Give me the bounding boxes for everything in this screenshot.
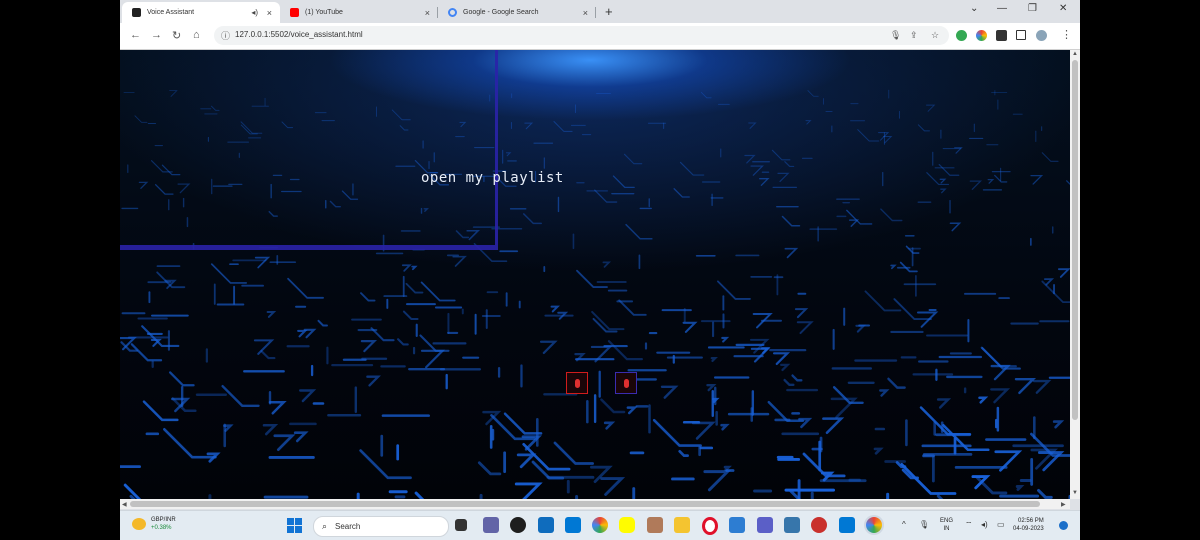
close-window-button[interactable]: ✕ — [1059, 3, 1067, 14]
weather-sun-icon — [132, 518, 146, 530]
speech-transcript: open my playlist — [421, 170, 564, 186]
tab-title: (1) YouTube — [305, 9, 343, 16]
home-button[interactable]: ⌂ — [193, 29, 200, 41]
tab-search-chevron-icon[interactable]: ⌄ — [970, 3, 978, 14]
wifi-icon[interactable]: ⌔ — [965, 520, 973, 530]
market-change: +0.38% — [151, 525, 172, 531]
scroll-left-arrow[interactable]: ◀ — [122, 501, 127, 508]
photos-icon[interactable] — [729, 517, 745, 533]
search-placeholder: Search — [335, 522, 361, 531]
voice-assistant-favicon — [132, 8, 141, 17]
browser-window: Voice Assistant ◂) × (1) YouTube × Googl… — [120, 0, 1080, 540]
profile-avatar[interactable] — [1036, 30, 1047, 41]
horizontal-scroll-thumb[interactable] — [130, 501, 1040, 507]
horizontal-scrollbar[interactable]: ◀ ▶ — [120, 499, 1070, 509]
windows-taskbar: GBP/INR +0.38% ⌕ Search ^ 🎙 ENG IN ⌔ ◂) … — [120, 510, 1080, 540]
teams-chat-icon[interactable] — [483, 517, 499, 533]
clock-time: 02:56 PM — [1018, 518, 1044, 524]
tab-voice-assistant[interactable]: Voice Assistant ◂) × — [122, 2, 280, 23]
back-button[interactable]: ← — [130, 29, 141, 41]
store-icon[interactable] — [565, 517, 581, 533]
tab-strip: Voice Assistant ◂) × (1) YouTube × Googl… — [120, 0, 1080, 23]
voice-assistant-page: open my playlist — [120, 50, 1070, 499]
menu-kebab-icon[interactable]: ⋮ — [1061, 28, 1072, 41]
reload-button[interactable]: ↻ — [172, 29, 181, 42]
restore-button[interactable]: ❐ — [1028, 3, 1037, 14]
vertical-scrollbar[interactable]: ▲ ▼ — [1070, 50, 1080, 499]
forward-button[interactable]: → — [151, 29, 162, 41]
tray-overflow-chevron[interactable]: ^ — [902, 520, 906, 529]
chrome-active-icon[interactable] — [866, 517, 882, 533]
close-tab-icon[interactable]: × — [267, 8, 272, 18]
file-explorer-icon[interactable] — [674, 517, 690, 533]
site-info-icon[interactable]: ⓘ — [221, 29, 230, 42]
search-icon: ⌕ — [322, 521, 328, 531]
extensions-puzzle-icon[interactable] — [996, 30, 1007, 41]
teams-icon[interactable] — [757, 517, 773, 533]
address-bar[interactable]: ⓘ 127.0.0.1:5502/voice_assistant.html 🎙 … — [214, 26, 949, 45]
audio-playing-icon[interactable]: ◂) — [251, 8, 258, 17]
tab-title: Google - Google Search — [463, 9, 539, 16]
stop-listening-button[interactable] — [615, 372, 637, 394]
side-panel-icon[interactable] — [1016, 30, 1026, 40]
battery-icon[interactable]: ▭ — [997, 520, 1005, 529]
assistant-panel-frame — [120, 50, 498, 250]
market-widget[interactable]: GBP/INR +0.38% — [132, 516, 176, 532]
dell-icon[interactable] — [510, 517, 526, 533]
notification-icon[interactable] — [1059, 521, 1068, 530]
url-text[interactable]: 127.0.0.1:5502/voice_assistant.html — [235, 30, 363, 39]
snapchat-icon[interactable] — [619, 517, 635, 533]
microphone-tray-icon[interactable]: 🎙 — [919, 520, 929, 529]
language-indicator[interactable]: ENG IN — [940, 517, 953, 533]
opera-icon[interactable] — [702, 517, 718, 535]
taskbar-search[interactable]: ⌕ Search — [313, 516, 449, 537]
close-tab-icon[interactable]: × — [425, 8, 430, 18]
market-symbol: GBP/INR — [151, 517, 176, 523]
tab-youtube[interactable]: (1) YouTube × — [280, 2, 438, 23]
bookmark-star-icon[interactable]: ☆ — [931, 30, 939, 41]
photo-app-icon[interactable] — [647, 517, 663, 533]
clock-date: 04-09-2023 — [1013, 526, 1044, 532]
lang-code: ENG — [940, 518, 954, 524]
volume-icon[interactable]: ◂) — [981, 520, 988, 529]
tab-google-search[interactable]: Google - Google Search × — [438, 2, 596, 23]
mic-icon — [574, 378, 580, 388]
system-clock[interactable]: 02:56 PM 04-09-2023 — [1013, 517, 1044, 533]
tab-title: Voice Assistant — [147, 9, 195, 16]
vertical-scroll-thumb[interactable] — [1072, 60, 1078, 420]
new-tab-button[interactable]: + — [605, 4, 613, 19]
share-icon[interactable]: ⇪ — [910, 30, 918, 41]
scroll-up-arrow[interactable]: ▲ — [1072, 51, 1078, 57]
mic-icon — [623, 378, 629, 388]
google-icon — [448, 8, 457, 17]
scroll-right-arrow[interactable]: ▶ — [1061, 501, 1066, 508]
youtube-icon — [290, 8, 299, 17]
microphone-button[interactable] — [566, 372, 588, 394]
chrome-icon[interactable] — [592, 517, 608, 533]
app-red-icon[interactable] — [811, 517, 827, 533]
vscode-icon[interactable] — [839, 517, 855, 533]
extension-green-icon[interactable] — [956, 30, 967, 41]
python-icon[interactable] — [784, 517, 800, 533]
browser-toolbar: ← → ↻ ⌂ ⓘ 127.0.0.1:5502/voice_assistant… — [120, 23, 1080, 50]
close-tab-icon[interactable]: × — [583, 8, 588, 18]
scroll-down-arrow[interactable]: ▼ — [1072, 490, 1078, 496]
lang-region: IN — [943, 526, 950, 532]
start-button[interactable] — [287, 518, 302, 533]
mail-icon[interactable] — [538, 517, 554, 533]
minimize-button[interactable]: — — [997, 3, 1007, 14]
extension-color-icon[interactable] — [976, 30, 987, 41]
microphone-icon[interactable]: 🎙 — [890, 30, 901, 41]
task-view-icon[interactable] — [455, 519, 467, 531]
